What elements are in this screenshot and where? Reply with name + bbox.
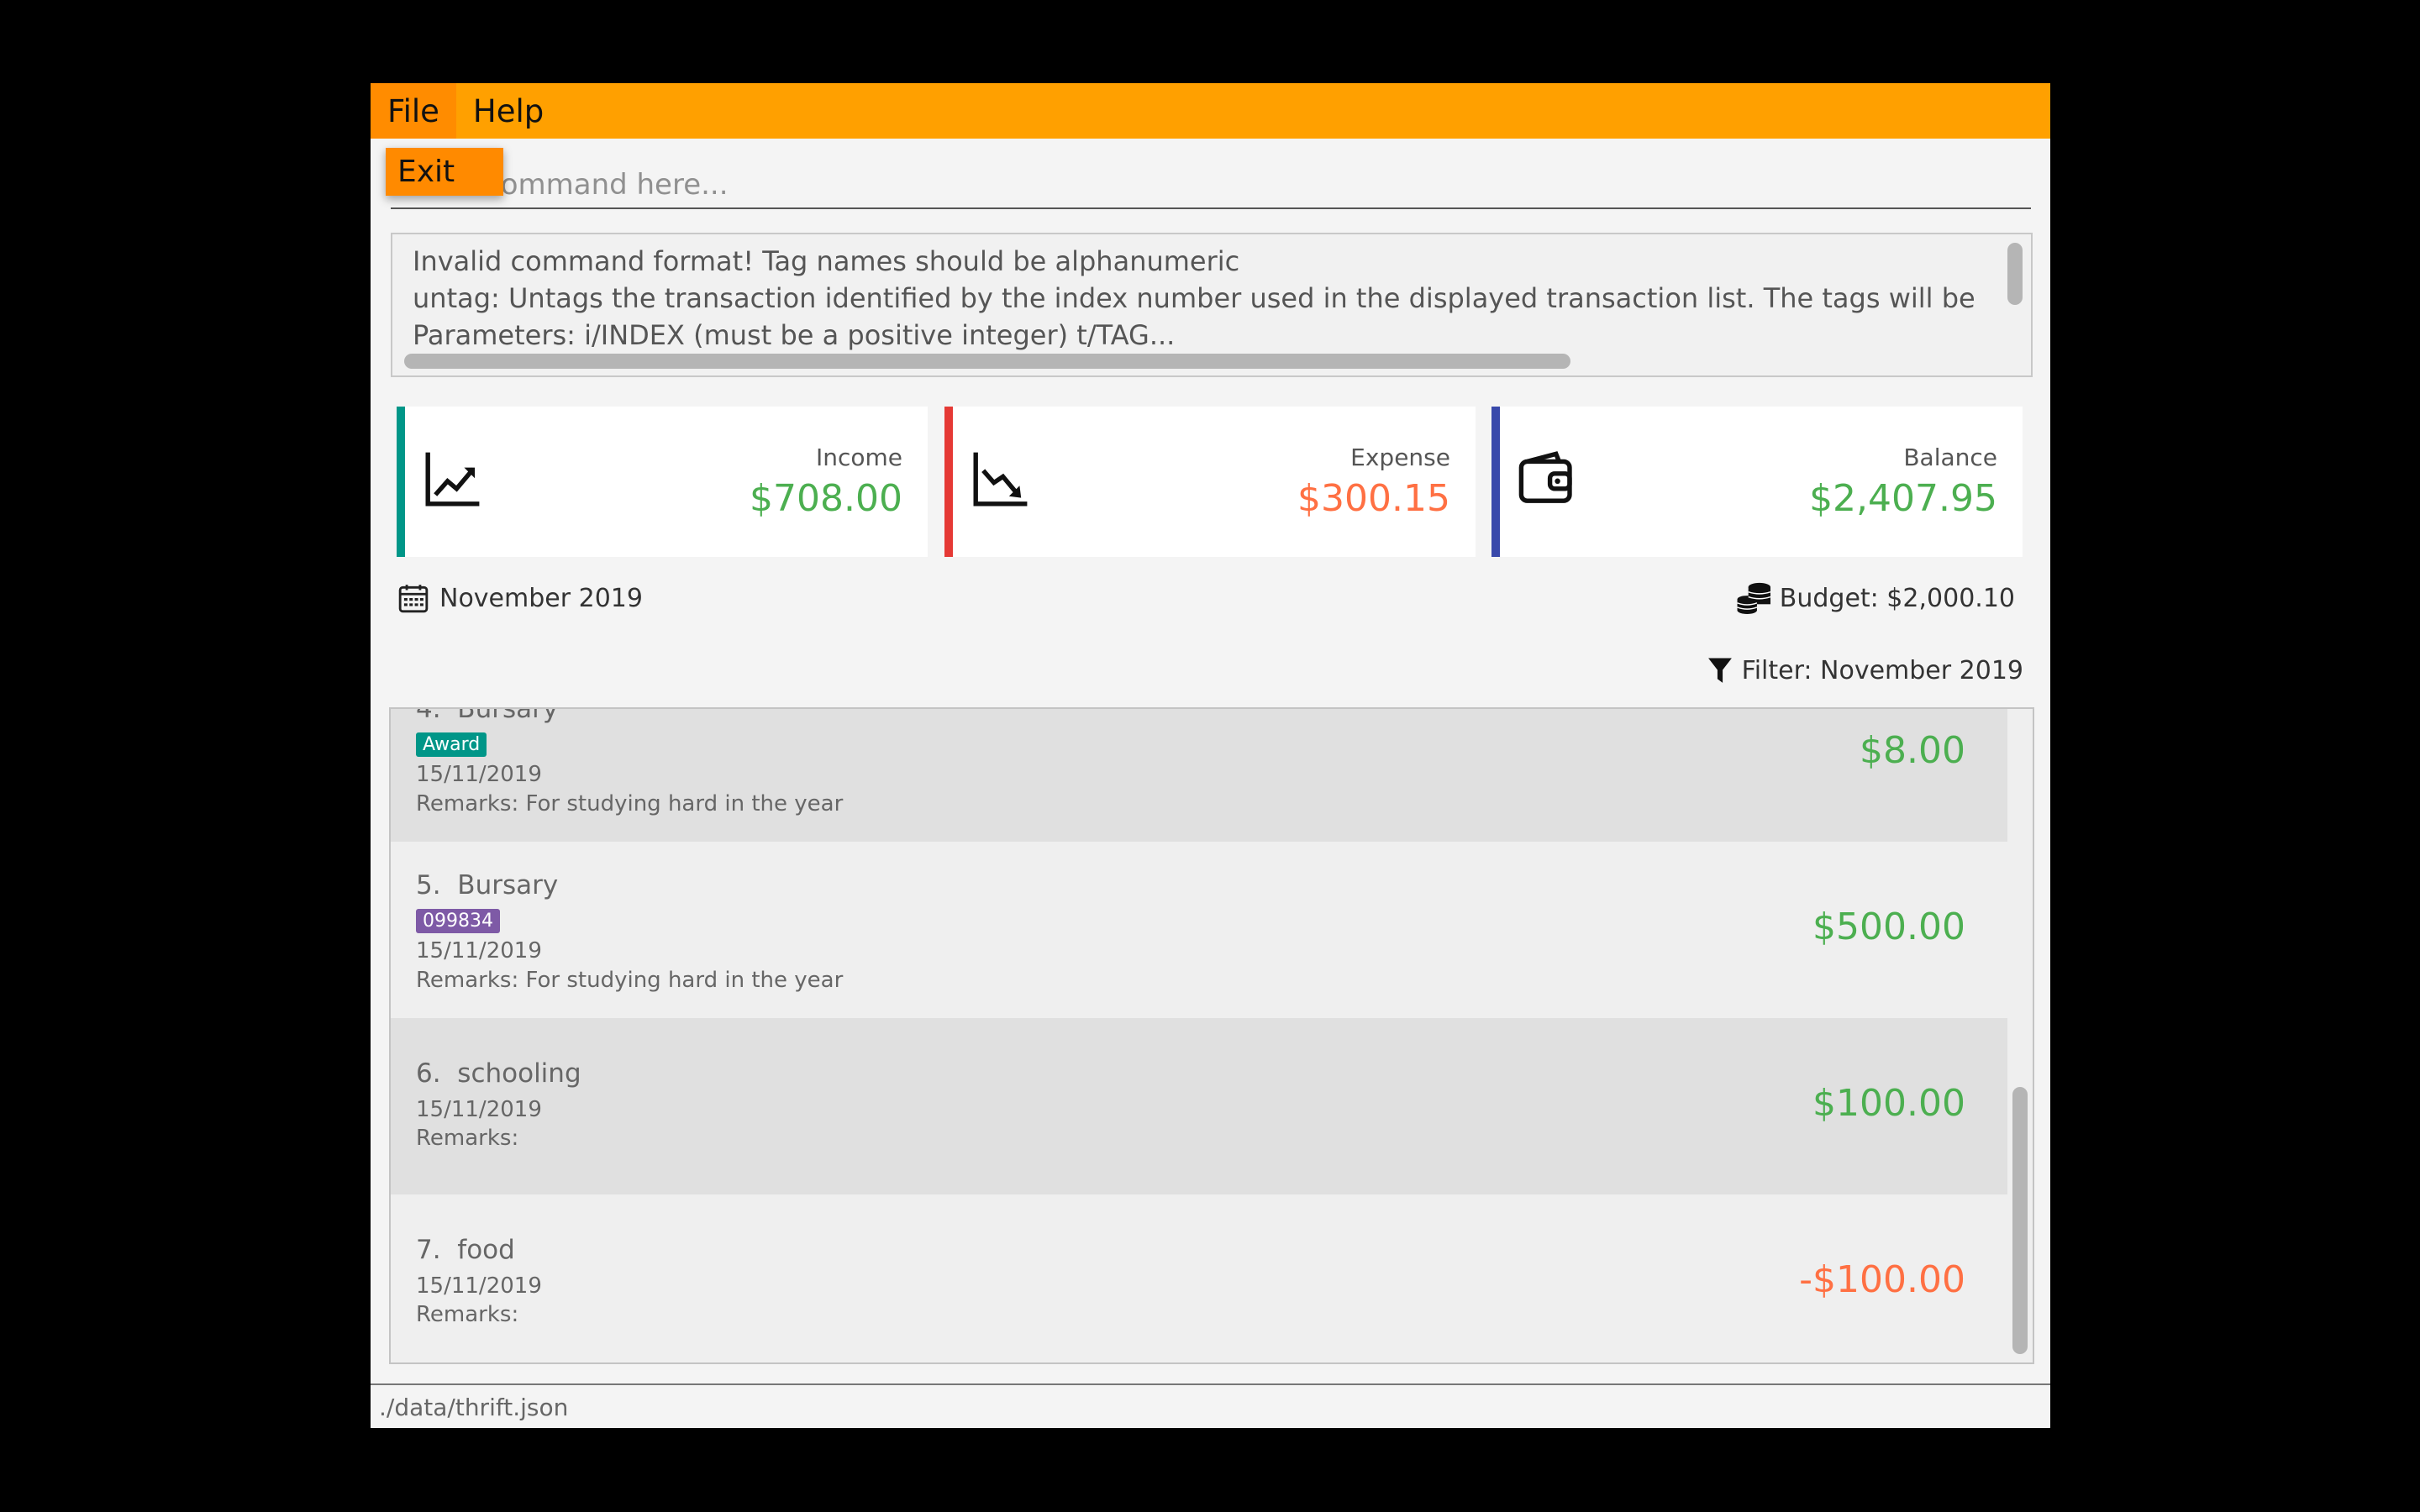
trending-down-icon — [973, 452, 1028, 507]
calendar-icon — [398, 585, 429, 613]
filter-info: Filter: November 2019 — [1707, 656, 2023, 685]
wallet-icon — [1518, 451, 1572, 503]
expense-card: Expense $300.15 — [944, 407, 1476, 557]
menu-bar: File Help — [371, 83, 2050, 139]
balance-card: Balance $2,407.95 — [1491, 407, 2023, 557]
transaction-tag: Award — [416, 732, 487, 757]
transaction-date: 15/11/2019 — [416, 762, 542, 787]
result-line-1: Invalid command format! Tag names should… — [413, 245, 1240, 277]
menu-help[interactable]: Help — [456, 83, 560, 139]
current-month: November 2019 — [397, 582, 643, 614]
transaction-amount: $100.00 — [1812, 1082, 1965, 1125]
data-file-path: ./data/thrift.json — [379, 1394, 569, 1421]
trending-up-icon — [425, 452, 480, 507]
menu-item-exit[interactable]: Exit — [386, 148, 503, 196]
transaction-title: 6. schooling — [416, 1058, 581, 1089]
transaction-list[interactable]: 4. Bursary Award 15/11/2019 Remarks: For… — [389, 707, 2034, 1364]
command-box — [391, 159, 2031, 209]
file-menu-dropdown: Exit — [386, 148, 503, 196]
transaction-row[interactable]: 7. food 15/11/2019 Remarks: -$100.00 — [391, 1194, 2007, 1362]
app-window: File Help Exit Invalid command format! T… — [371, 83, 2050, 1428]
command-input[interactable] — [483, 165, 1999, 204]
income-card: Income $708.00 — [397, 407, 928, 557]
budget-info: Budget: $2,000.10 — [1736, 582, 2015, 614]
transaction-remarks: Remarks: — [416, 1126, 519, 1151]
balance-label: Balance — [1903, 444, 1997, 471]
result-line-3: Parameters: i/INDEX (must be a positive … — [413, 319, 1176, 351]
transaction-date: 15/11/2019 — [416, 938, 542, 963]
current-month-label: November 2019 — [439, 583, 643, 613]
result-horizontal-scrollbar[interactable] — [404, 354, 1570, 369]
transaction-amount: -$100.00 — [1799, 1258, 1965, 1301]
transaction-date: 15/11/2019 — [416, 1273, 542, 1299]
transaction-remarks: Remarks: For studying hard in the year — [416, 968, 844, 993]
transaction-row[interactable]: 5. Bursary 099834 15/11/2019 Remarks: Fo… — [391, 842, 2007, 1018]
transaction-title: 4. Bursary — [416, 707, 559, 724]
expense-label: Expense — [1350, 444, 1450, 471]
coins-icon — [1737, 582, 1770, 614]
result-display[interactable]: Invalid command format! Tag names should… — [391, 233, 2033, 377]
income-label: Income — [815, 444, 902, 471]
transaction-list-scrollbar[interactable] — [2012, 1087, 2028, 1354]
transaction-tag: 099834 — [416, 909, 500, 933]
status-bar: ./data/thrift.json — [371, 1383, 2050, 1428]
expense-value: $300.15 — [1297, 477, 1450, 520]
result-text: Invalid command format! Tag names should… — [413, 243, 1992, 354]
transaction-remarks: Remarks: For studying hard in the year — [416, 791, 844, 816]
budget-label: Budget: $2,000.10 — [1779, 583, 2015, 613]
transaction-amount: $8.00 — [1860, 729, 1965, 772]
filter-icon — [1707, 658, 1732, 683]
filter-label: Filter: November 2019 — [1741, 656, 2023, 685]
result-line-2: untag: Untags the transaction identified… — [413, 282, 1975, 314]
income-value: $708.00 — [750, 477, 902, 520]
transaction-title: 5. Bursary — [416, 870, 559, 900]
result-vertical-scrollbar[interactable] — [2007, 243, 2023, 305]
balance-value: $2,407.95 — [1809, 477, 1997, 520]
transaction-row[interactable]: 4. Bursary Award 15/11/2019 Remarks: For… — [391, 707, 2007, 842]
transaction-remarks: Remarks: — [416, 1302, 519, 1327]
transaction-title: 7. food — [416, 1235, 515, 1265]
transaction-date: 15/11/2019 — [416, 1097, 542, 1122]
transaction-row[interactable]: 6. schooling 15/11/2019 Remarks: $100.00 — [391, 1018, 2007, 1194]
transaction-amount: $500.00 — [1812, 906, 1965, 948]
menu-file[interactable]: File — [371, 83, 456, 139]
